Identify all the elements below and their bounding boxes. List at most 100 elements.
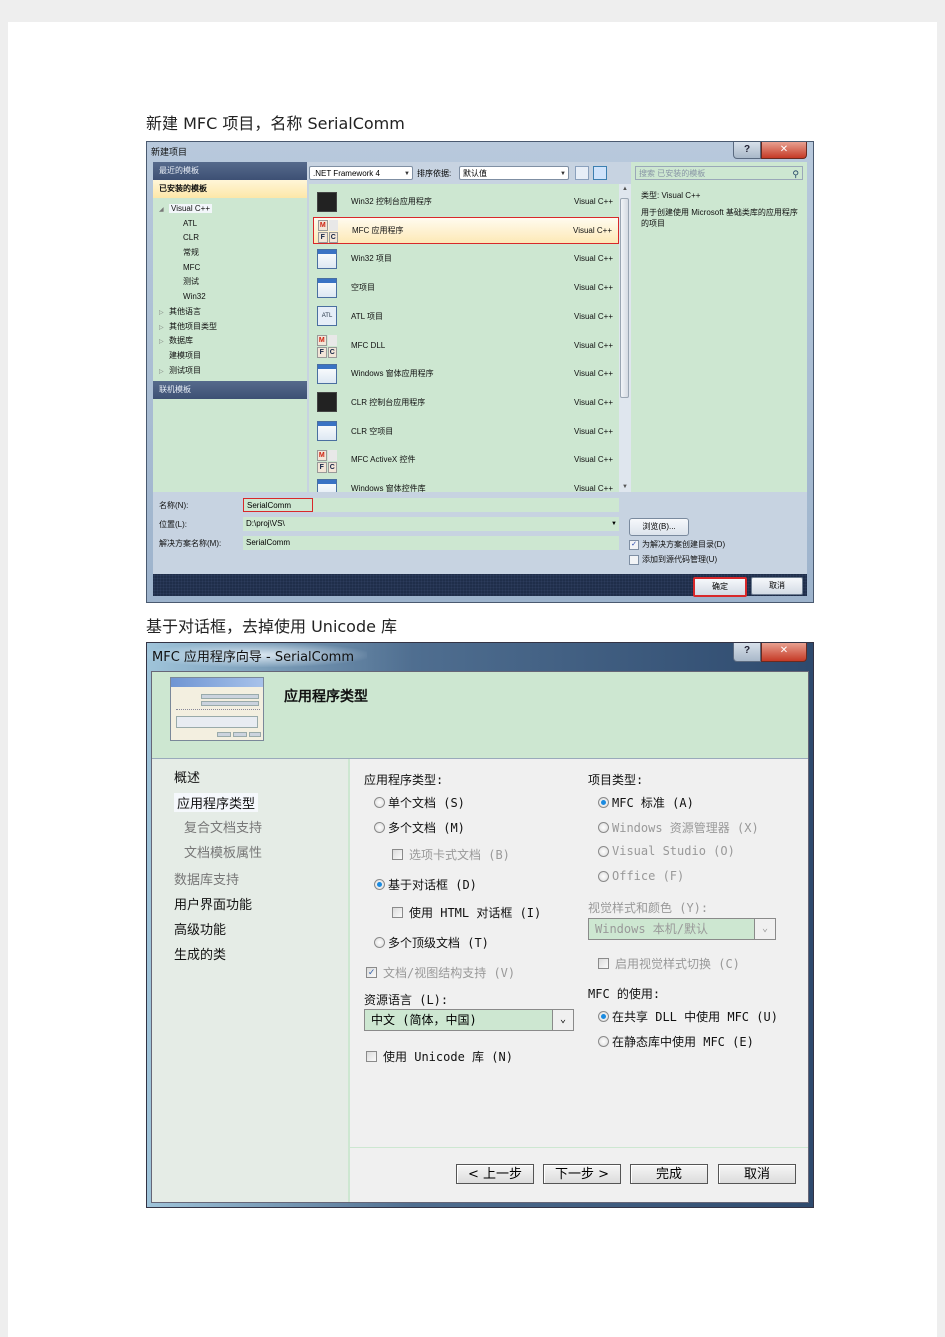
close-button[interactable]: ✕ <box>761 643 807 662</box>
template-item[interactable]: Windows 窗体应用程序 Visual C++ <box>313 360 619 387</box>
multiple-documents-radio[interactable]: 多个文档 (M) <box>374 819 465 836</box>
finish-button[interactable]: 完成 <box>630 1164 708 1184</box>
doc-view-checkbox[interactable]: ✓ 文档/视图结构支持 (V) <box>366 964 515 981</box>
wizard-nav-item[interactable]: 概述 <box>174 767 200 786</box>
solution-name-input[interactable]: SerialComm <box>243 536 619 550</box>
chevron-down-icon[interactable]: ⌄ <box>552 1010 573 1030</box>
sort-select[interactable]: 默认值 ▼ <box>459 166 569 180</box>
atl-icon: ATL <box>317 306 337 327</box>
collapsed-arrow-icon[interactable]: ▷ <box>159 306 169 321</box>
office-radio[interactable]: Office (F) <box>598 869 684 883</box>
static-library-radio[interactable]: 在静态库中使用 MFC (E) <box>598 1033 754 1050</box>
tree-item-label: 建模项目 <box>169 350 201 360</box>
cancel-button[interactable]: 取消 <box>751 577 803 595</box>
tree-item[interactable]: CLR <box>153 231 307 246</box>
dialog-footer: 确定 取消 <box>153 574 807 597</box>
collapsed-arrow-icon[interactable]: ▷ <box>159 321 169 336</box>
resource-language-label: 资源语言 (L): <box>364 993 449 1007</box>
tabbed-documents-checkbox[interactable]: 选项卡式文档 (B) <box>392 846 510 863</box>
visual-style-select[interactable]: Windows 本机/默认 ⌄ <box>588 918 776 940</box>
tree-item[interactable]: 常规 <box>153 246 307 261</box>
list-view-button[interactable] <box>593 166 607 180</box>
small-icons-view-button[interactable] <box>575 166 589 180</box>
template-item[interactable]: CLR 控制台应用程序 Visual C++ <box>313 389 619 416</box>
visual-style-toggle-checkbox[interactable]: 启用视觉样式切换 (C) <box>598 955 740 972</box>
single-document-radio[interactable]: 单个文档 (S) <box>374 794 465 811</box>
help-button[interactable]: ? <box>733 142 761 159</box>
visual-studio-radio[interactable]: Visual Studio (O) <box>598 844 735 858</box>
search-icon[interactable]: ⚲ <box>792 167 799 181</box>
tree-item[interactable]: ▷ 测试项目 <box>153 364 307 379</box>
wizard-nav-item[interactable]: 应用程序类型 <box>174 793 259 812</box>
wizard-nav-item[interactable]: 高级功能 <box>174 919 226 938</box>
template-item[interactable]: M F C MFC ActiveX 控件 Visual C++ <box>313 446 619 473</box>
tree-item[interactable]: MFC <box>153 261 307 276</box>
shared-dll-radio[interactable]: 在共享 DLL 中使用 MFC (U) <box>598 1008 778 1025</box>
radio-icon <box>374 822 385 833</box>
scroll-down-icon[interactable]: ▼ <box>619 484 631 490</box>
wizard-nav-item[interactable]: 用户界面功能 <box>174 894 252 913</box>
wizard-nav-item[interactable]: 复合文档支持 <box>184 817 262 836</box>
scroll-thumb[interactable] <box>620 198 629 398</box>
wizard-nav-item[interactable]: 数据库支持 <box>174 869 239 888</box>
tree-item[interactable]: 建模项目 <box>153 349 307 364</box>
scroll-up-icon[interactable]: ▲ <box>619 186 631 192</box>
template-item[interactable]: Win32 控制台应用程序 Visual C++ <box>313 188 619 215</box>
previous-button[interactable]: < 上一步 <box>456 1164 534 1184</box>
online-templates-header[interactable]: 联机模板 <box>153 381 307 400</box>
use-unicode-checkbox[interactable]: 使用 Unicode 库 (N) <box>366 1048 513 1065</box>
location-value: D:\proj\VS\ <box>246 519 285 528</box>
multiple-documents-label: 多个文档 (M) <box>388 821 465 835</box>
tree-item[interactable]: ▷ 其他项目类型 <box>153 320 307 335</box>
tree-item[interactable]: ◢ Visual C++ <box>153 202 307 217</box>
template-item[interactable]: M F C MFC 应用程序 Visual C++ <box>313 216 619 244</box>
multiple-top-level-radio[interactable]: 多个顶级文档 (T) <box>374 934 489 951</box>
tree-item[interactable]: Win32 <box>153 290 307 305</box>
collapsed-arrow-icon[interactable]: ▷ <box>159 335 169 350</box>
template-list-scrollbar[interactable]: ▲ ▼ <box>619 184 631 492</box>
checkbox-empty-icon <box>598 958 609 969</box>
template-item[interactable]: ATL ATL 项目 Visual C++ <box>313 303 619 330</box>
resource-language-select[interactable]: 中文 (简体，中国) ⌄ <box>364 1009 574 1031</box>
windows-explorer-radio[interactable]: Windows 资源管理器 (X) <box>598 819 759 836</box>
tree-item[interactable]: ATL <box>153 217 307 232</box>
next-button[interactable]: 下一步 > <box>543 1164 621 1184</box>
close-button[interactable]: ✕ <box>761 142 807 159</box>
tree-item[interactable]: ▷ 其他语言 <box>153 305 307 320</box>
framework-select[interactable]: .NET Framework 4 ▼ <box>309 166 413 180</box>
location-input[interactable]: D:\proj\VS\ ▼ <box>243 517 619 531</box>
mfc-standard-radio[interactable]: MFC 标准 (A) <box>598 794 694 811</box>
ok-button[interactable]: 确定 <box>693 577 747 597</box>
help-button[interactable]: ? <box>733 643 761 662</box>
template-tree: ◢ Visual C++ ATL CLR 常规 MFC 测试 Win32 ▷ 其他语言 ▷ 其他项目类… <box>153 198 307 378</box>
tree-item[interactable]: 测试 <box>153 275 307 290</box>
expanded-arrow-icon[interactable]: ◢ <box>159 203 169 218</box>
tree-item-label: 测试 <box>183 277 199 287</box>
chevron-down-icon[interactable]: ▼ <box>611 517 617 531</box>
browse-button[interactable]: 浏览(B)... <box>629 518 689 536</box>
wizard-nav-item[interactable]: 生成的类 <box>174 944 226 963</box>
chevron-down-icon[interactable]: ⌄ <box>754 919 775 939</box>
recent-templates-header[interactable]: 最近的模板 <box>153 162 307 180</box>
collapsed-arrow-icon[interactable]: ▷ <box>159 365 169 380</box>
template-item[interactable]: CLR 空项目 Visual C++ <box>313 418 619 445</box>
app-type-label: 应用程序类型: <box>364 773 444 787</box>
template-tree-pane: 最近的模板 已安装的模板 ◢ Visual C++ ATL CLR 常规 MFC 测试 Win… <box>153 162 307 492</box>
dialog-based-radio[interactable]: 基于对话框 (D) <box>374 876 477 893</box>
cancel-button[interactable]: 取消 <box>718 1164 796 1184</box>
template-item[interactable]: Win32 项目 Visual C++ <box>313 245 619 272</box>
name-input[interactable]: SerialComm <box>243 498 313 512</box>
visual-style-toggle-label: 启用视觉样式切换 (C) <box>615 957 740 971</box>
framework-value: .NET Framework 4 <box>313 169 380 178</box>
wizard-nav-item[interactable]: 文档模板属性 <box>184 842 262 861</box>
add-source-control-checkbox[interactable]: 添加到源代码管理(U) <box>629 554 717 565</box>
html-dialog-checkbox[interactable]: 使用 HTML 对话框 (I) <box>392 904 541 921</box>
template-item[interactable]: M F C MFC DLL Visual C++ <box>313 332 619 359</box>
template-item[interactable]: 空项目 Visual C++ <box>313 274 619 301</box>
radio-icon <box>598 822 609 833</box>
installed-templates-header[interactable]: 已安装的模板 <box>153 180 307 198</box>
create-directory-checkbox[interactable]: ✓ 为解决方案创建目录(D) <box>629 539 725 550</box>
template-item[interactable]: Windows 窗体控件库 Visual C++ <box>313 475 619 492</box>
template-search-input[interactable]: 搜索 已安装的模板 ⚲ <box>635 166 803 180</box>
tree-item[interactable]: ▷ 数据库 <box>153 334 307 349</box>
